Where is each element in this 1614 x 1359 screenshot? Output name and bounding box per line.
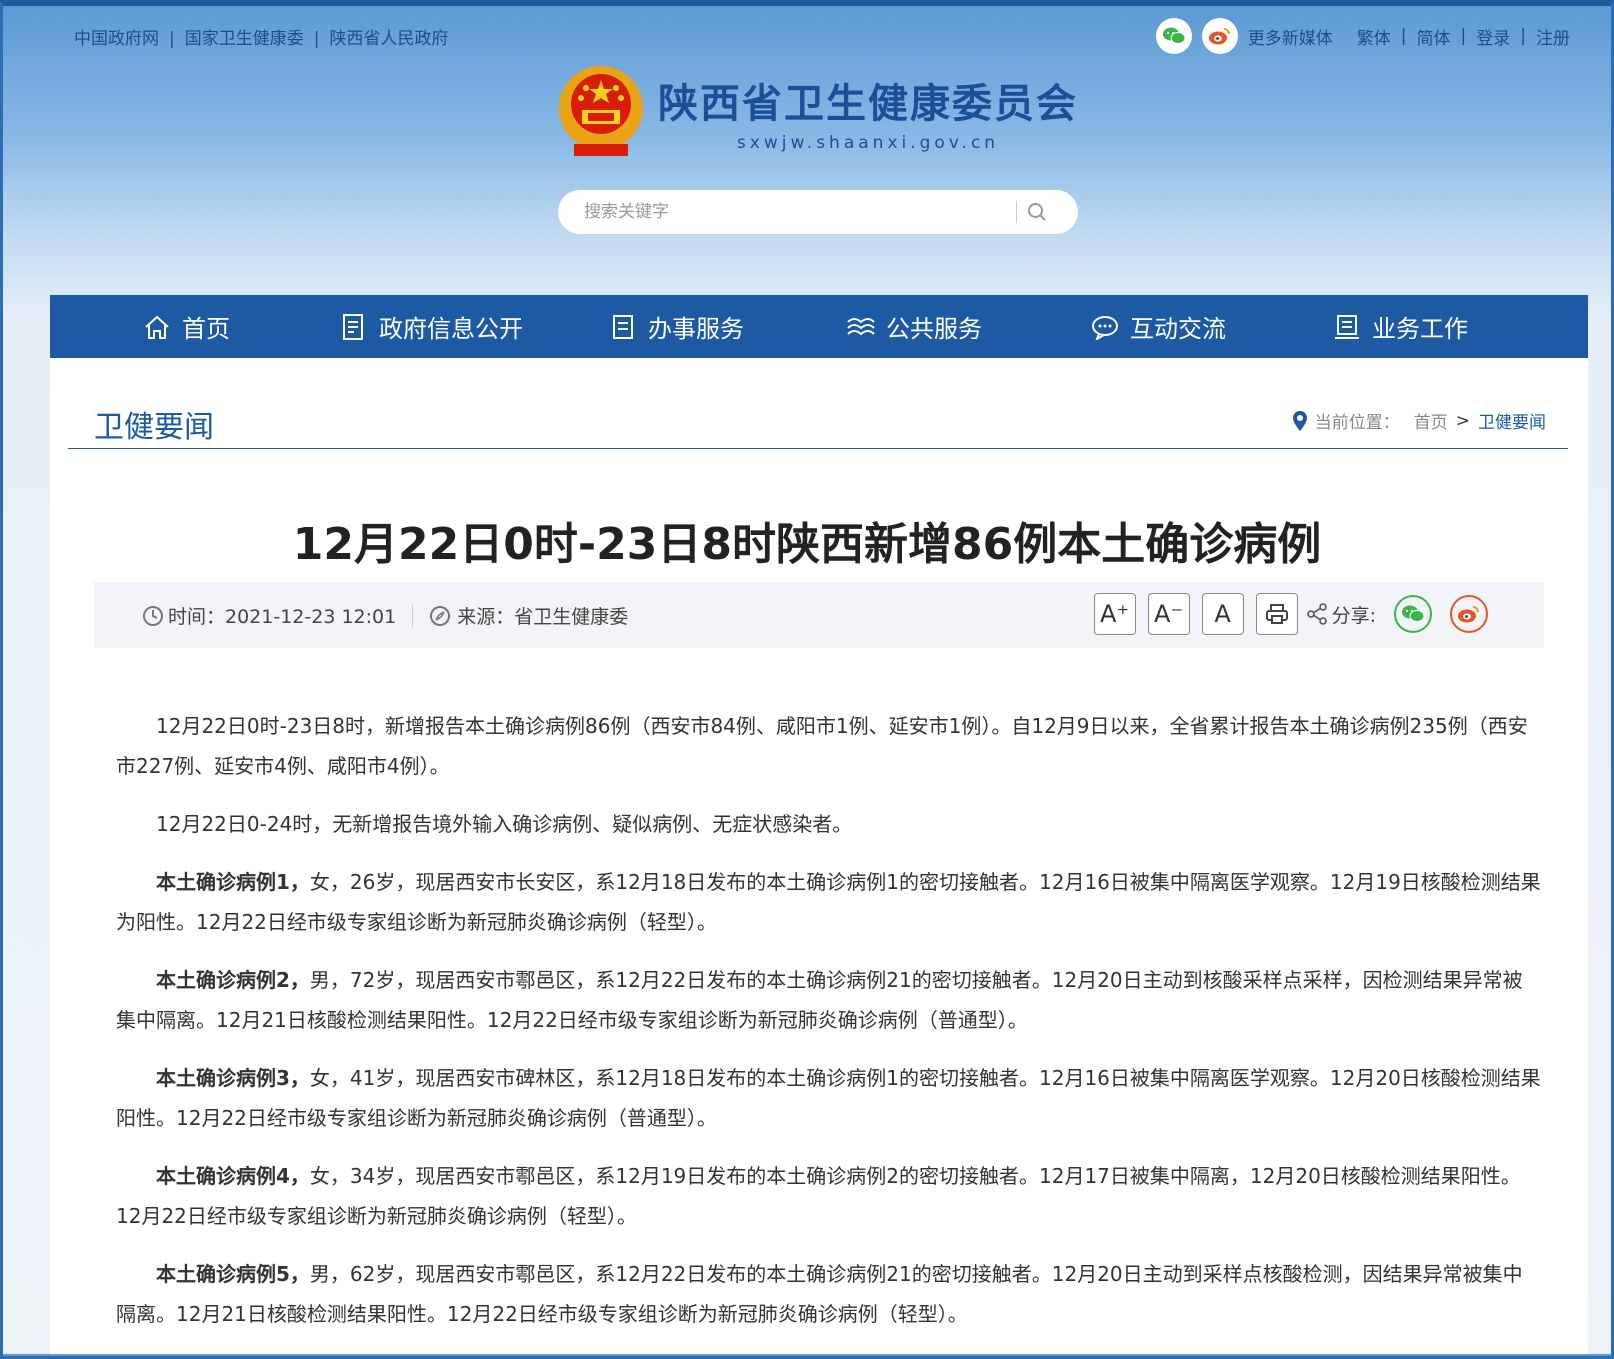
breadcrumb-current[interactable]: 卫健要闻 — [1478, 408, 1546, 433]
paragraph-lead: 本土确诊病例3， — [156, 1066, 310, 1090]
site-logo[interactable]: 陕西省卫生健康委员会 sxwjw.shaanxi.gov.cn — [556, 64, 1078, 160]
more-media-link[interactable]: 更多新媒体 — [1248, 24, 1333, 49]
top-links: 中国政府网 | 国家卫生健康委 | 陕西省人民政府 — [74, 24, 448, 49]
compass-icon — [430, 605, 451, 626]
register-link[interactable]: 注册 — [1536, 24, 1570, 49]
wechat-icon[interactable] — [1155, 18, 1192, 54]
search-box — [558, 190, 1078, 234]
share-label: 分享: — [1331, 604, 1376, 627]
section-title: 卫健要闻 — [94, 410, 214, 445]
printer-icon — [1265, 604, 1288, 624]
search-icon — [1028, 203, 1046, 221]
paragraph: 本土确诊病例4，女，34岁，现居西安市鄠邑区，系12月19日发布的本土确诊病例2… — [116, 1156, 1542, 1236]
divider — [412, 604, 414, 627]
top-link-gov[interactable]: 中国政府网 — [74, 29, 159, 49]
top-link-nhc[interactable]: 国家卫生健康委 — [185, 29, 304, 49]
paragraph: 12月22日0-24时，无新增报告境外输入确诊病例、疑似病例、无症状感染者。 — [116, 804, 1542, 844]
simplified-link[interactable]: 简体 — [1417, 24, 1451, 49]
divider: | — [313, 29, 320, 49]
wechat-icon — [1402, 605, 1425, 622]
article-body: 12月22日0时-23日8时，新增报告本土确诊病例86例（西安市84例、咸阳市1… — [116, 706, 1542, 1352]
top-link-shaanxi[interactable]: 陕西省人民政府 — [329, 29, 448, 49]
divider: | — [1460, 26, 1467, 46]
nav-label: 互动交流 — [1130, 315, 1226, 343]
main-nav: 首页 政府信息公开 办事服务 公共服务 互动交流 业务工作 — [50, 295, 1588, 358]
breadcrumb-label: 当前位置： — [1314, 413, 1400, 433]
divider: | — [1520, 26, 1526, 46]
paragraph-lead: 本土确诊病例5， — [156, 1262, 310, 1286]
share-area: 分享: — [1306, 595, 1488, 633]
nav-interaction[interactable]: 互动交流 — [1090, 295, 1226, 358]
traditional-link[interactable]: 繁体 — [1357, 24, 1391, 49]
search-button[interactable] — [1017, 202, 1057, 222]
top-right-bar: 更多新媒体 繁体 | 简体 | 登录 | 注册 — [1155, 18, 1570, 54]
weibo-icon[interactable] — [1201, 18, 1238, 54]
paragraph: 本土确诊病例3，女，41岁，现居西安市碑林区，系12月18日发布的本土确诊病例1… — [116, 1058, 1542, 1138]
home-icon — [142, 312, 172, 342]
paragraph: 本土确诊病例1，女，26岁，现居西安市长安区，系12月18日发布的本土确诊病例1… — [116, 862, 1542, 942]
nav-business[interactable]: 业务工作 — [1332, 295, 1468, 358]
paragraph-text: 女，34岁，现居西安市鄠邑区，系12月19日发布的本土确诊病例2的密切接触者。1… — [116, 1164, 1521, 1228]
share-wechat-button[interactable] — [1394, 595, 1432, 633]
section-header: 卫健要闻 当前位置： 首页 > 卫健要闻 — [68, 388, 1568, 449]
paragraph-text: 女，26岁，现居西安市长安区，系12月18日发布的本土确诊病例1的密切接触者。1… — [116, 870, 1541, 934]
breadcrumb: 当前位置： 首页 > 卫健要闻 — [1291, 408, 1546, 433]
paragraph-text: 女，41岁，现居西安市碑林区，系12月18日发布的本土确诊病例1的密切接触者。1… — [116, 1066, 1541, 1130]
nav-gov-info[interactable]: 政府信息公开 — [339, 295, 523, 358]
paragraph-lead: 本土确诊病例4， — [156, 1164, 310, 1188]
nav-label: 政府信息公开 — [379, 315, 523, 343]
document-icon — [339, 312, 369, 342]
nav-label: 业务工作 — [1372, 315, 1468, 343]
national-emblem-icon — [559, 66, 643, 156]
paragraph-text: 12月22日0-24时，无新增报告境外输入确诊病例、疑似病例、无症状感染者。 — [156, 812, 853, 836]
nav-public-services[interactable]: 公共服务 — [846, 295, 982, 358]
divider: | — [1400, 26, 1407, 46]
paragraph: 本土确诊病例5，男，62岁，现居西安市鄠邑区，系12月22日发布的本土确诊病例2… — [116, 1254, 1542, 1334]
nav-home[interactable]: 首页 — [142, 295, 230, 358]
nav-services[interactable]: 办事服务 — [608, 295, 744, 358]
font-decrease-button[interactable]: A⁻ — [1147, 593, 1190, 635]
paragraph-lead: 本土确诊病例1， — [156, 870, 310, 894]
article-source: 来源：省卫生健康委 — [457, 606, 629, 628]
site-title: 陕西省卫生健康委员会 — [658, 80, 1078, 127]
book-icon — [1332, 312, 1362, 342]
paragraph-text: 12月22日0时-23日8时，新增报告本土确诊病例86例（西安市84例、咸阳市1… — [116, 714, 1528, 778]
login-link[interactable]: 登录 — [1476, 24, 1510, 49]
paragraph-text: 男，62岁，现居西安市鄠邑区，系12月22日发布的本土确诊病例21的密切接触者。… — [116, 1262, 1523, 1326]
paragraph: 12月22日0时-23日8时，新增报告本土确诊病例86例（西安市84例、咸阳市1… — [116, 706, 1542, 786]
chat-icon — [1090, 312, 1120, 342]
print-button[interactable] — [1255, 593, 1298, 635]
site-url: sxwjw.shaanxi.gov.cn — [736, 133, 1000, 153]
article-title: 12月22日0时-23日8时陕西新增86例本土确诊病例 — [292, 519, 1322, 570]
breadcrumb-separator: > — [1455, 410, 1470, 431]
paragraph-lead: 本土确诊病例2， — [156, 968, 310, 992]
font-increase-button[interactable]: A⁺ — [1093, 593, 1136, 635]
nav-label: 首页 — [182, 315, 230, 343]
weibo-icon — [1458, 606, 1479, 623]
clipboard-icon — [608, 312, 638, 342]
location-pin-icon — [1292, 410, 1307, 431]
share-weibo-button[interactable] — [1450, 595, 1488, 633]
divider: | — [169, 29, 175, 49]
publish-time: 时间：2021-12-23 12:01 — [168, 606, 397, 628]
paragraph: 本土确诊病例2，男，72岁，现居西安市鄠邑区，系12月22日发布的本土确诊病例2… — [116, 960, 1542, 1040]
clock-icon — [143, 605, 163, 626]
handshake-icon — [846, 312, 876, 342]
share-icon — [1306, 603, 1327, 625]
nav-label: 办事服务 — [648, 315, 744, 343]
search-input[interactable] — [582, 201, 1006, 223]
article-meta: 时间：2021-12-23 12:01 来源：省卫生健康委 A⁺ A⁻ A 分享… — [94, 582, 1544, 648]
breadcrumb-home[interactable]: 首页 — [1414, 408, 1448, 433]
nav-label: 公共服务 — [886, 315, 982, 343]
paragraph-text: 男，72岁，现居西安市鄠邑区，系12月22日发布的本土确诊病例21的密切接触者。… — [116, 968, 1523, 1032]
font-reset-button[interactable]: A — [1201, 593, 1244, 635]
